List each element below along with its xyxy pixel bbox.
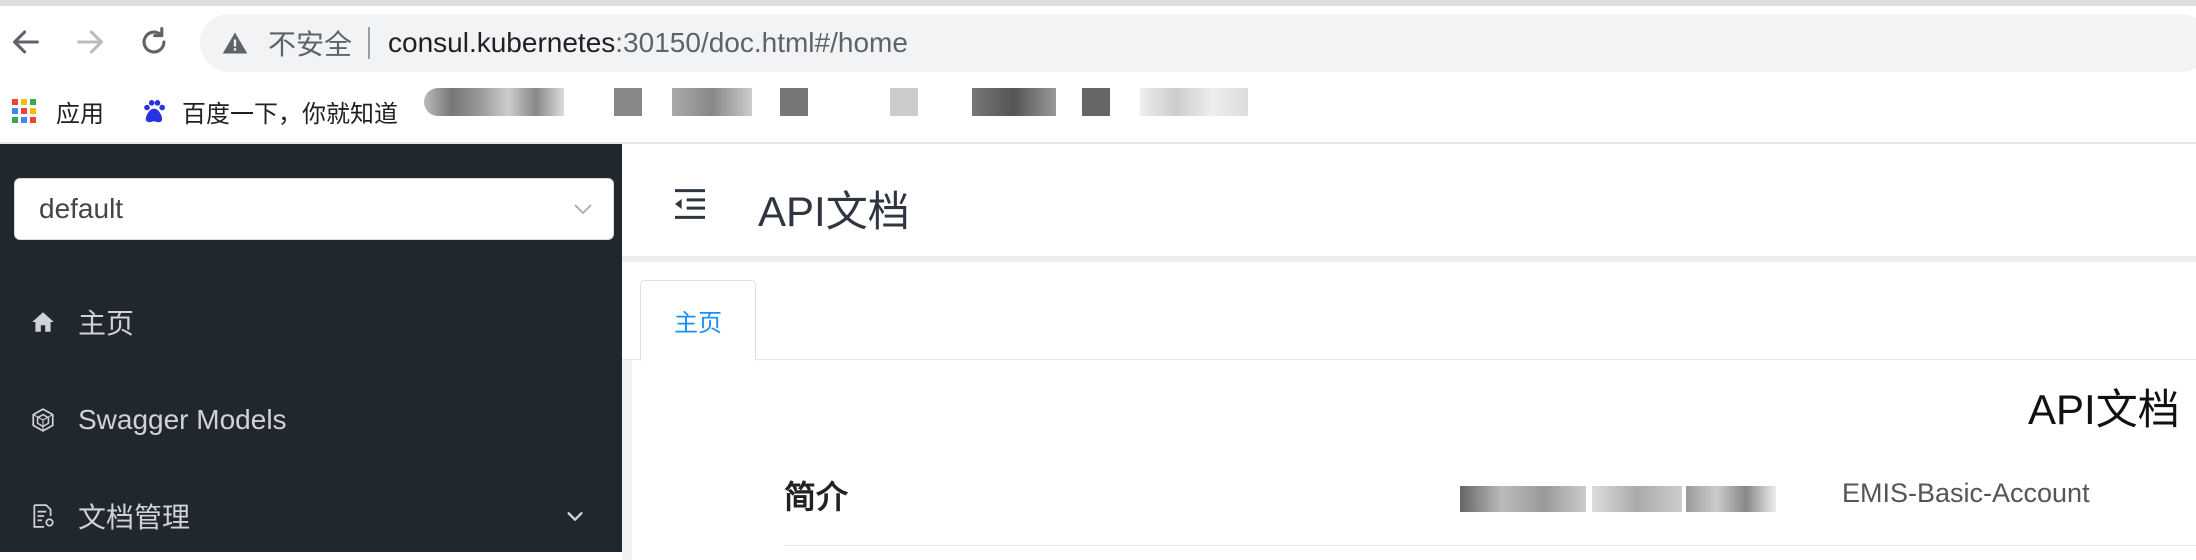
chevron-down-icon <box>574 204 592 215</box>
cube-icon <box>28 405 58 435</box>
sidebar: default 主页 Swagger Models 文档管理 <box>0 142 622 552</box>
address-separator <box>368 27 371 59</box>
back-button[interactable] <box>2 18 50 66</box>
sidebar-item-swagger-models[interactable]: Swagger Models <box>0 390 622 450</box>
main-content: API文档 主页 API文档 简介 EMIS-Basic-Account <box>622 142 2196 560</box>
back-arrow-icon <box>13 30 39 54</box>
browser-top-strip <box>0 0 2196 6</box>
reload-icon <box>142 26 166 54</box>
intro-value: EMIS-Basic-Account <box>1842 478 2090 508</box>
intro-label: 简介 <box>784 479 849 515</box>
intro-row: 简介 EMIS-Basic-Account <box>784 458 2196 546</box>
sidebar-item-label: 文档管理 <box>78 502 191 533</box>
chevron-down-icon[interactable] <box>564 505 586 527</box>
reload-button[interactable] <box>130 18 178 66</box>
sidebar-item-label: Swagger Models <box>78 404 287 435</box>
tab-bar: 主页 <box>622 274 2196 361</box>
baidu-paw-icon <box>140 97 168 125</box>
content-gutter <box>622 360 632 560</box>
tab-home[interactable]: 主页 <box>640 280 756 361</box>
group-select-value: default <box>39 193 124 224</box>
security-status-label: 不安全 <box>268 29 353 60</box>
menu-fold-icon[interactable] <box>670 184 710 224</box>
bookmark-baidu-label: 百度一下，你就知道 <box>182 100 398 128</box>
url-host: consul.kubernetes <box>388 27 616 58</box>
warning-icon[interactable] <box>220 28 250 58</box>
bookmark-baidu[interactable]: 百度一下，你就知道 <box>140 86 398 136</box>
page-title: API文档 <box>758 188 910 235</box>
page-header: API文档 <box>622 144 2196 262</box>
doc-title: API文档 <box>2028 386 2180 433</box>
sidebar-item-label: 主页 <box>78 308 135 339</box>
browser-chrome: 不安全 consul.kubernetes:30150/doc.html#/ho… <box>0 0 2196 142</box>
forward-button[interactable] <box>66 18 114 66</box>
bookmark-apps-label: 应用 <box>56 100 104 128</box>
forward-arrow-icon <box>77 30 103 54</box>
doc-manage-icon <box>28 501 58 531</box>
sidebar-item-home[interactable]: 主页 <box>0 292 622 352</box>
address-bar[interactable]: 不安全 consul.kubernetes:30150/doc.html#/ho… <box>200 14 2196 72</box>
apps-grid-icon <box>12 99 36 123</box>
bookmark-apps[interactable]: 应用 <box>12 86 104 136</box>
home-icon <box>28 307 58 337</box>
url-text[interactable]: consul.kubernetes:30150/doc.html#/home <box>388 27 908 59</box>
group-select[interactable]: default <box>14 178 614 240</box>
sidebar-item-doc-management[interactable]: 文档管理 <box>0 486 622 546</box>
url-path: :30150/doc.html#/home <box>615 27 908 58</box>
